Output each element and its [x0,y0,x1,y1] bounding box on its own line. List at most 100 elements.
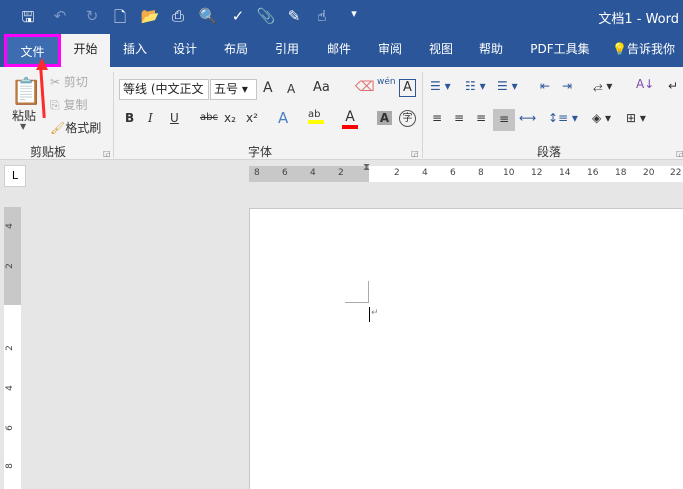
highlight-button[interactable]: ab [308,109,324,124]
ruler-tick: 6 [282,168,288,178]
attach-icon[interactable]: 📎 [256,7,276,25]
grow-font-button[interactable]: A [263,80,273,96]
ruler-tick: 2 [394,168,400,178]
distributed-button[interactable]: ⟷ [519,111,536,125]
ruler-tick: 2 [338,168,344,178]
indent-marker-icon[interactable]: ⧗ [363,162,370,173]
borders-button[interactable]: ⊞ ▾ [626,111,646,125]
touch-mode-icon[interactable]: ☝ [312,7,332,25]
copy-button[interactable]: ⎘ 复制 [50,96,87,113]
format-painter-label: 格式刷 [65,121,102,135]
multilevel-list-button[interactable]: ☰ ▾ [497,79,518,93]
paragraph-group-label: 段落 [537,145,562,159]
redo-icon[interactable]: ↻ [82,7,102,25]
ruler-tick: 8 [478,168,484,178]
copy-icon: ⎘ [50,98,60,112]
horizontal-ruler[interactable]: 8 6 4 2 ⧗ 2 4 6 8 10 12 14 16 18 20 22 [249,162,683,182]
tab-mailings[interactable]: 邮件 [316,34,362,67]
tab-references[interactable]: 引用 [264,34,310,67]
title-bar: 🖫 ↶ ↻ 🗋 📂 ⎙ 🔍 ✓ 📎 ✎ ☝ ▾ 文档1 - Word [0,0,683,34]
format-painter-button[interactable]: 🖌格式刷 [50,119,101,136]
ruler-tick: 14 [559,168,571,178]
open-icon[interactable]: 📂 [140,7,160,25]
chinese-layout-button[interactable]: ⥄ ▾ [593,79,612,94]
font-name-select[interactable]: 等线 (中文正文 [119,79,209,100]
clipboard-launcher-icon[interactable]: ◲ [103,149,111,158]
tab-layout[interactable]: 布局 [213,34,259,67]
font-name-value: 等线 (中文正文 [123,82,204,96]
tab-home[interactable]: 开始 [61,34,110,67]
text-cursor [369,307,370,322]
align-left-button[interactable]: ≡ [432,111,442,125]
find-icon[interactable]: 🔍 [198,7,218,25]
sort-button[interactable]: A↓ [636,77,654,91]
bold-button[interactable]: B [125,111,134,125]
italic-button[interactable]: I [148,111,153,125]
tab-view[interactable]: 视图 [418,34,464,67]
font-group-label: 字体 [248,145,273,159]
ruler-tick: 22 [670,168,682,178]
tab-review[interactable]: 审阅 [367,34,413,67]
cut-button[interactable]: ✂ 剪切 [50,73,88,90]
vertical-ruler[interactable]: 4 2 2 4 6 8 [4,207,21,489]
tab-stop-selector[interactable]: L [4,165,26,187]
paste-icon[interactable]: 📋 [10,77,42,107]
document-page[interactable]: ↵ [249,208,683,489]
line-spacing-button[interactable]: ↕≡ ▾ [548,111,578,125]
increase-indent-button[interactable]: ⇥ [562,79,572,93]
customize-icon[interactable]: ▾ [344,7,364,20]
underline-button[interactable]: U [170,111,179,125]
font-size-select[interactable]: 五号 ▾ [210,79,257,100]
ruler-tick: 4 [422,168,428,178]
decrease-indent-button[interactable]: ⇤ [540,79,550,93]
phonetic-guide-button[interactable]: wén [377,77,396,87]
new-doc-icon[interactable]: 🗋 [110,7,130,32]
font-launcher-icon[interactable]: ◲ [411,149,419,158]
strikethrough-button[interactable]: abc [200,112,218,123]
ruler-tick: 6 [4,425,15,431]
ribbon: 📋 粘贴 ▼ ✂ 剪切 ⎘ 复制 🖌格式刷 剪贴板 ◲ 等线 (中文正文 五号 … [0,67,683,160]
tab-file[interactable]: 文件 [4,34,61,67]
save-icon[interactable]: 🖫 [18,7,38,32]
align-center-button[interactable]: ≡ [454,111,464,125]
superscript-button[interactable]: x² [246,111,258,125]
char-shading-button[interactable]: A [377,111,392,125]
tab-help[interactable]: 帮助 [468,34,514,67]
align-right-button[interactable]: ≡ [476,111,486,125]
font-color-button[interactable]: A [342,109,358,129]
divider [422,72,423,158]
char-border-button[interactable]: A [399,79,416,97]
justify-button[interactable]: ≡ [493,109,515,131]
show-marks-button[interactable]: ↵ [668,79,678,93]
spelling-icon[interactable]: ✓ [228,7,248,25]
brush-icon: 🖌 [50,121,66,135]
copy-label: 复制 [63,98,88,112]
ruler-tick: 8 [254,168,260,178]
scissors-icon: ✂ [50,75,61,89]
enclose-char-button[interactable]: 字 [399,110,416,127]
shrink-font-button[interactable]: A [287,82,295,96]
tab-design[interactable]: 设计 [162,34,208,67]
paragraph-mark-icon: ↵ [371,308,379,318]
numbering-button[interactable]: ☷ ▾ [465,79,486,93]
text-effects-button[interactable]: A [278,109,288,127]
tell-me[interactable]: 💡告诉我你 [612,34,683,67]
paste-dropdown[interactable]: ▼ [20,122,26,131]
window-title: 文档1 - Word [598,12,679,27]
tab-insert[interactable]: 插入 [112,34,158,67]
clear-format-icon[interactable]: ⌫ [355,79,375,95]
ruler-margin [4,207,21,305]
cut-label: 剪切 [63,75,88,89]
change-case-button[interactable]: Aa [313,80,330,95]
bullets-button[interactable]: ☰ ▾ [430,79,451,93]
ruler-tick: 2 [4,345,15,351]
tell-me-label: 告诉我你 [626,42,675,56]
paragraph-launcher-icon[interactable]: ◲ [676,149,683,158]
print-preview-icon[interactable]: ⎙ [168,7,188,25]
undo-icon[interactable]: ↶ [50,7,70,25]
shading-button[interactable]: ◈ ▾ [592,111,611,125]
subscript-button[interactable]: x₂ [224,111,236,125]
ribbon-tabs: 文件 开始 插入 设计 布局 引用 邮件 审阅 视图 帮助 PDF工具集 💡告诉… [0,34,683,67]
tab-pdf-tools[interactable]: PDF工具集 [522,34,598,67]
edit-icon[interactable]: ✎ [284,7,304,25]
